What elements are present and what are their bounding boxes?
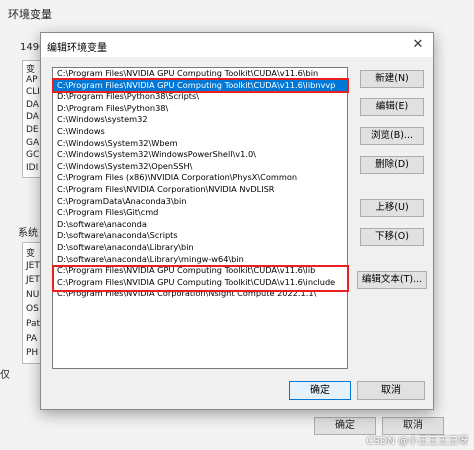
system-variables-label-fragment: 系统 <box>18 228 38 239</box>
ok-button[interactable]: 确定 <box>289 381 351 400</box>
variable-name-fragment: 变 <box>26 249 36 259</box>
path-list-item[interactable]: C:\Program Files\NVIDIA GPU Computing To… <box>53 79 347 92</box>
dialog-title: 编辑环境变量 <box>47 43 107 54</box>
path-list-item[interactable]: C:\Program Files\NVIDIA Corporation\NVID… <box>53 184 347 196</box>
path-list-item[interactable]: D:\software\anaconda\Library\bin <box>53 242 347 254</box>
path-list-item[interactable]: D:\software\anaconda\Scripts <box>53 230 347 242</box>
dialog-titlebar: 编辑环境变量 ✕ <box>41 33 433 57</box>
path-list-item[interactable]: C:\Windows\System32\Wbem <box>53 138 347 150</box>
variable-name-fragment: CLI <box>26 87 40 98</box>
delete-button[interactable]: 删除(D) <box>360 156 424 174</box>
variable-name-fragment: JET <box>26 275 40 286</box>
path-list-item[interactable]: C:\Program Files\Git\cmd <box>53 207 347 219</box>
path-list-item[interactable]: D:\Program Files\Python38\ <box>53 103 347 115</box>
variable-name-fragment: DA <box>26 112 39 123</box>
move-up-button[interactable]: 上移(U) <box>360 199 424 217</box>
path-list-item[interactable]: C:\Program Files\NVIDIA GPU Computing To… <box>53 265 347 277</box>
path-list-item[interactable]: C:\Program Files\NVIDIA GPU Computing To… <box>53 277 347 289</box>
move-down-button[interactable]: 下移(O) <box>360 228 424 246</box>
csdn-watermark: CSDN @小王王王王呀 <box>366 436 468 447</box>
path-list-item[interactable]: C:\Program Files (x86)\NVIDIA Corporatio… <box>53 172 347 184</box>
path-list-item[interactable]: D:\software\anaconda <box>53 219 347 231</box>
path-list-item[interactable]: C:\ProgramData\Anaconda3\bin <box>53 196 347 208</box>
variable-name-fragment: JET <box>26 260 40 271</box>
path-list-item[interactable]: C:\Program Files\NVIDIA GPU Computing To… <box>53 68 347 80</box>
browse-button[interactable]: 浏览(B)... <box>360 127 424 145</box>
close-icon[interactable]: ✕ <box>409 36 427 54</box>
variable-name-fragment: NU <box>26 289 40 300</box>
variable-name-fragment: PA <box>26 333 38 344</box>
new-button[interactable]: 新建(N) <box>360 70 424 88</box>
variable-name-fragment: IDI <box>26 162 39 173</box>
path-list-item[interactable]: D:\Program Files\Python38\Scripts\ <box>53 91 347 103</box>
variable-name-fragment: AP <box>26 74 38 85</box>
path-list-item[interactable]: C:\Windows\system32 <box>53 114 347 126</box>
env-window-title: 环境变量 <box>8 8 52 21</box>
path-list-item[interactable]: D:\software\anaconda\Library\mingw-w64\b… <box>53 254 347 266</box>
path-list[interactable]: C:\Program Files\NVIDIA GPU Computing To… <box>52 67 348 369</box>
edit-environment-variable-dialog: 编辑环境变量 ✕ C:\Program Files\NVIDIA GPU Com… <box>40 32 434 410</box>
path-list-item[interactable]: C:\Windows\System32\OpenSSH\ <box>53 161 347 173</box>
variable-name-fragment: DE <box>26 125 39 135</box>
path-list-item[interactable]: C:\Program Files\NVIDIA Corporation\Nsig… <box>53 288 347 300</box>
variable-name-fragment: GC <box>26 150 40 161</box>
path-list-item[interactable]: C:\Windows\System32\WindowsPowerShell\v1… <box>53 149 347 161</box>
variable-name-fragment: OS <box>26 304 39 315</box>
edit-button[interactable]: 编辑(E) <box>360 98 424 116</box>
variable-name-fragment: GA <box>26 137 40 148</box>
variable-name-fragment: PH <box>26 348 39 359</box>
path-list-item[interactable]: C:\Windows <box>53 126 347 138</box>
variable-name-fragment: Pat <box>26 319 41 329</box>
left-edge-fragment: 仅 <box>0 370 10 381</box>
edit-text-button[interactable]: 编辑文本(T)... <box>357 271 427 289</box>
cancel-button[interactable]: 取消 <box>357 381 425 400</box>
variable-name-fragment: DA <box>26 99 39 110</box>
variable-name-fragment: 变 <box>26 65 36 75</box>
